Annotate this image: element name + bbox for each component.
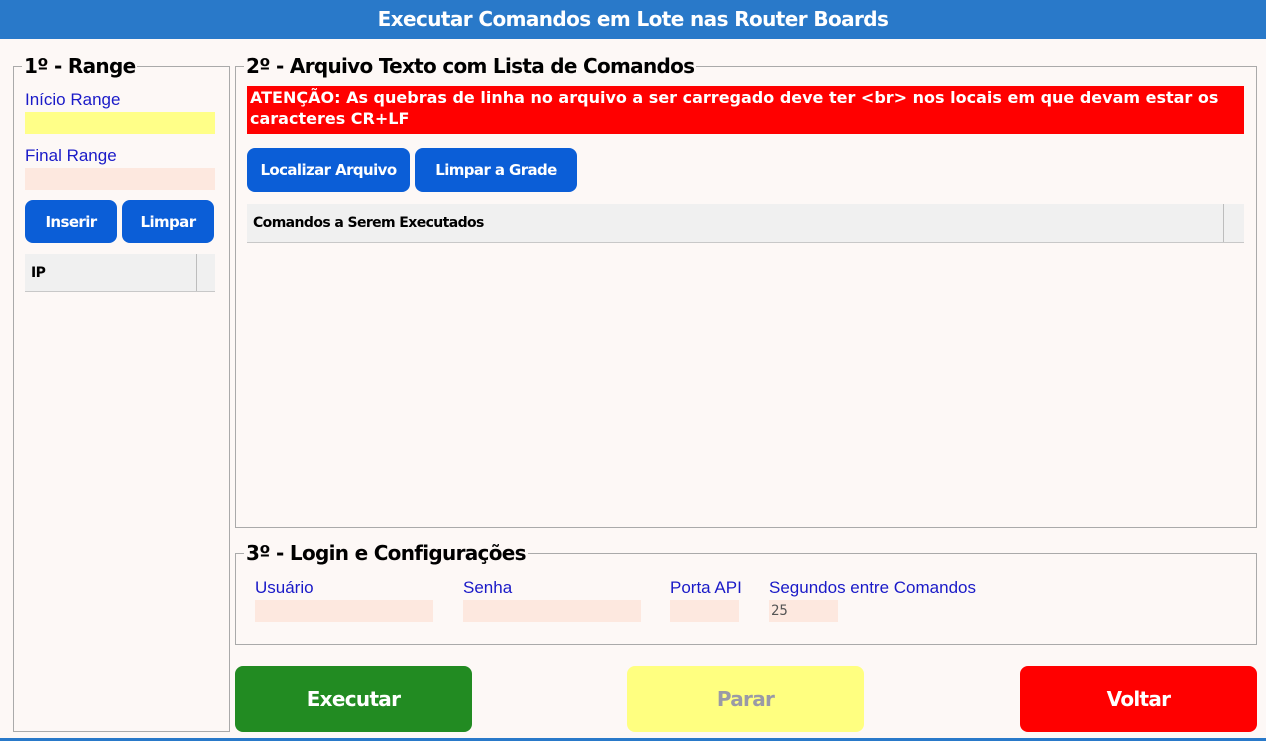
senha-label: Senha	[463, 578, 513, 597]
porta-api-input[interactable]	[670, 600, 739, 622]
inserir-button[interactable]: Inserir	[25, 200, 117, 243]
parar-button[interactable]: Parar	[627, 666, 864, 732]
final-range-label: Final Range	[25, 146, 117, 165]
senha-input[interactable]	[463, 600, 641, 622]
comandos-grid-header: Comandos a Serem Executados	[247, 204, 1244, 243]
limpar-button[interactable]: Limpar	[122, 200, 214, 243]
usuario-input[interactable]	[255, 600, 433, 622]
inicio-range-label: Início Range	[25, 90, 121, 109]
login-legend: 3º - Login e Configurações	[246, 541, 527, 565]
usuario-label: Usuário	[255, 578, 314, 597]
segundos-label: Segundos entre Comandos	[769, 578, 976, 597]
window-title: Executar Comandos em Lote nas Router Boa…	[0, 0, 1266, 39]
localizar-arquivo-button[interactable]: Localizar Arquivo	[247, 148, 410, 192]
range-legend: 1º - Range	[24, 54, 136, 78]
column-separator	[1223, 204, 1224, 242]
porta-api-label: Porta API	[670, 578, 742, 597]
login-group: 3º - Login e Configurações	[235, 541, 1257, 645]
warning-banner: ATENÇÃO: As quebras de linha no arquivo …	[247, 86, 1244, 134]
voltar-button[interactable]: Voltar	[1020, 666, 1257, 732]
column-separator	[196, 254, 197, 291]
ip-column-header[interactable]: IP	[31, 254, 46, 291]
limpar-grade-button[interactable]: Limpar a Grade	[415, 148, 577, 192]
comandos-column-header[interactable]: Comandos a Serem Executados	[253, 204, 484, 242]
segundos-input[interactable]	[769, 600, 838, 622]
arquivo-legend: 2º - Arquivo Texto com Lista de Comandos	[246, 54, 695, 78]
inicio-range-input[interactable]	[25, 112, 215, 134]
ip-grid-header: IP	[25, 254, 215, 292]
executar-button[interactable]: Executar	[235, 666, 472, 732]
final-range-input[interactable]	[25, 168, 215, 190]
